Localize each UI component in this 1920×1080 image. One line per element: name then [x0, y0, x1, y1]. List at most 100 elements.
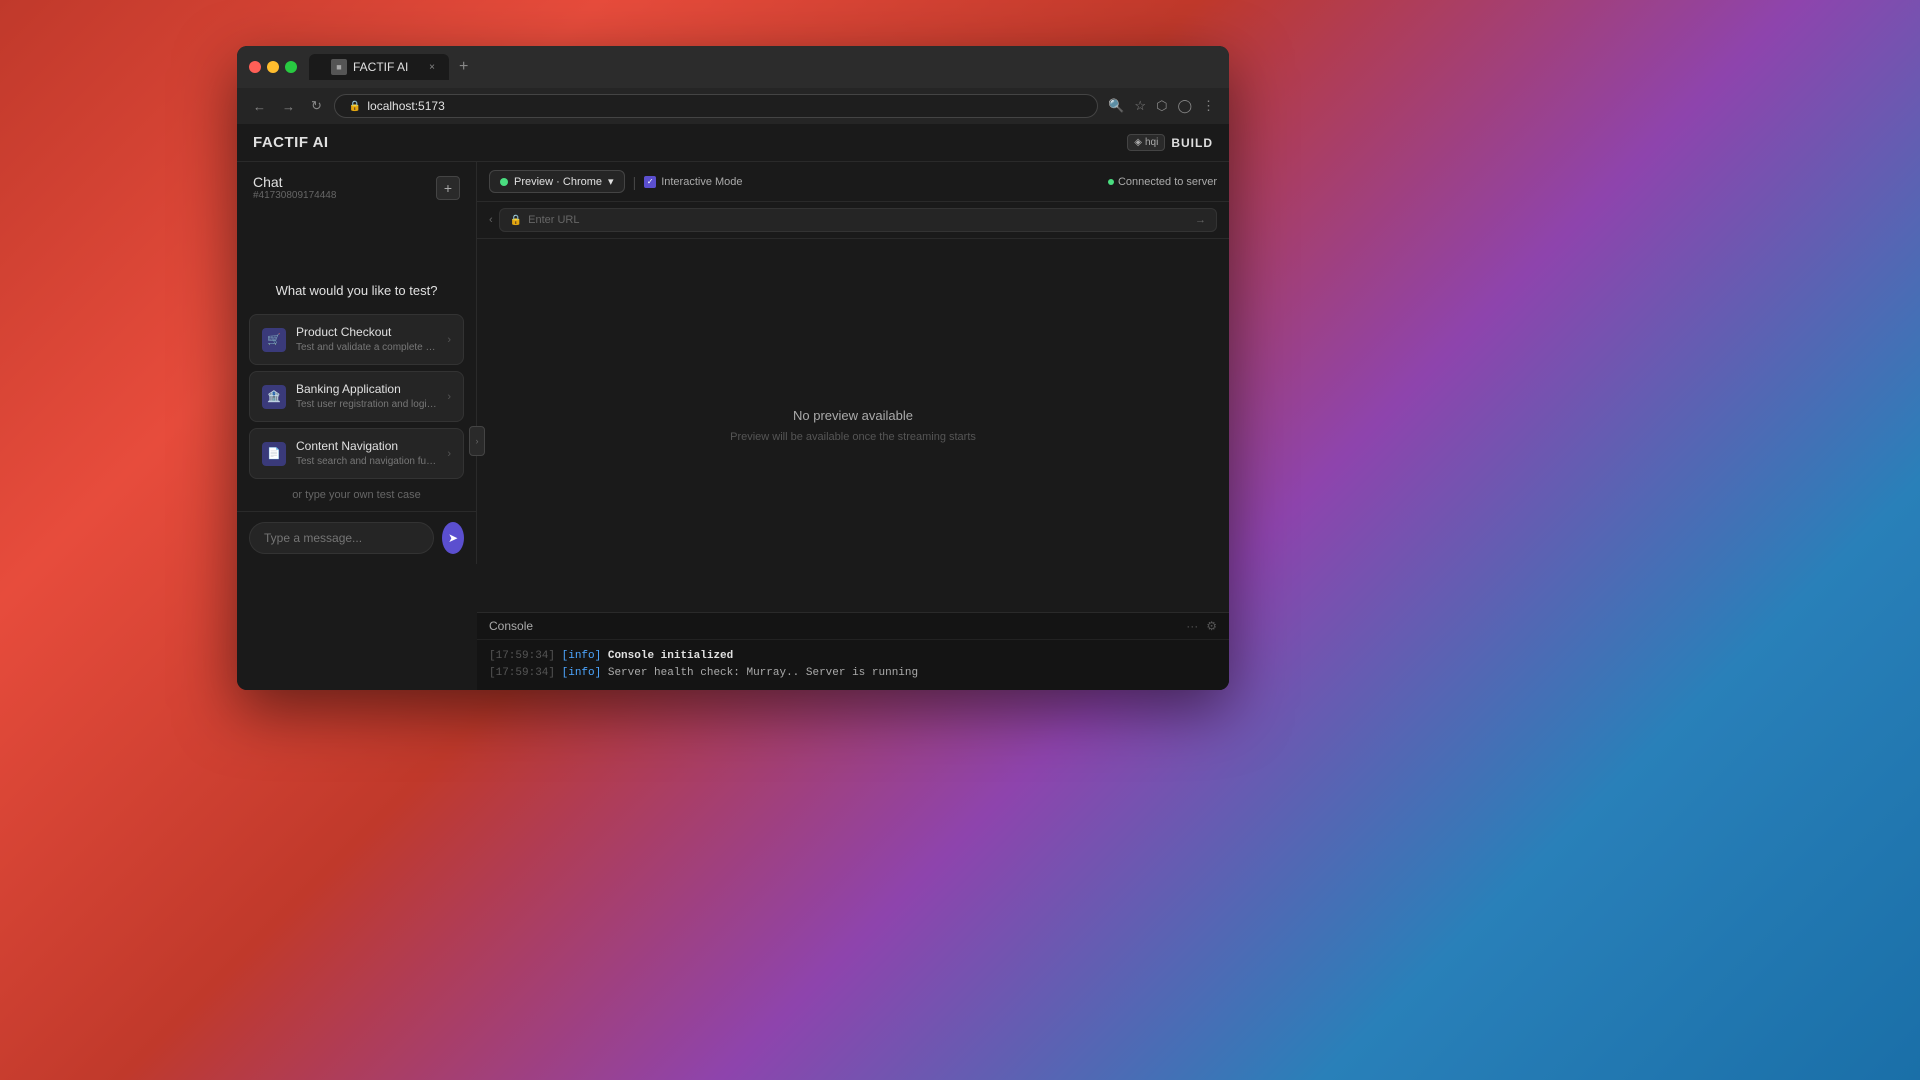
- interactive-mode-toggle[interactable]: ✓ Interactive Mode: [644, 176, 742, 188]
- right-panel: Preview · Chrome ▾ | ✓ Interactive Mode …: [477, 162, 1229, 690]
- test-cases-list: 🛒 Product Checkout Test and validate a c…: [237, 314, 476, 479]
- browser-window: ■ FACTIF AI × + ← → ↻ 🔒 localhost:5173 🔍…: [237, 46, 1229, 690]
- send-button[interactable]: ➤: [442, 522, 464, 554]
- tab-favicon: ■: [331, 59, 347, 75]
- console-body: [17:59:34] [info] Console initialized [1…: [477, 640, 1229, 690]
- product-checkout-desc: Test and validate a complete purchase fl…: [296, 341, 437, 354]
- test-card-content-3: Content Navigation Test search and navig…: [296, 439, 437, 468]
- extensions-icon[interactable]: ⬡: [1154, 96, 1169, 116]
- sidebar-wrapper: Chat #41730809174448 + What would you li…: [237, 162, 477, 690]
- sidebar: Chat #41730809174448 + What would you li…: [237, 162, 477, 564]
- banking-title: Banking Application: [296, 382, 437, 396]
- message-input-area: ➤: [237, 511, 476, 564]
- no-preview-title: No preview available: [793, 408, 913, 423]
- chat-title-group: Chat #41730809174448: [253, 174, 336, 201]
- console-more-icon[interactable]: ···: [1186, 619, 1198, 633]
- close-window-button[interactable]: [249, 61, 261, 73]
- traffic-lights: [249, 61, 297, 73]
- toolbar-separator: |: [633, 174, 637, 190]
- console-msg-1: Console initialized: [608, 650, 733, 662]
- or-type-label: or type your own test case: [237, 479, 476, 511]
- new-tab-button[interactable]: +: [453, 56, 474, 78]
- more-icon[interactable]: ⋮: [1200, 96, 1217, 116]
- url-go-button[interactable]: →: [1195, 214, 1206, 226]
- browser-tabs: ■ FACTIF AI × +: [309, 54, 474, 80]
- toolbar-left: Preview · Chrome ▾ | ✓ Interactive Mode: [489, 170, 743, 193]
- test-case-banking[interactable]: 🏦 Banking Application Test user registra…: [249, 371, 464, 422]
- console-title: Console: [489, 619, 533, 633]
- preview-label: Preview · Chrome: [514, 176, 602, 188]
- console-line-2: [17:59:34] [info] Server health check: M…: [489, 665, 1217, 682]
- sidebar-collapse-button[interactable]: ›: [469, 426, 485, 456]
- console-time-2: [17:59:34]: [489, 667, 555, 679]
- chat-label: Chat: [253, 174, 336, 190]
- console-level-1: [info]: [562, 650, 608, 662]
- app-build-badge: ◈ hqi BUILD: [1127, 134, 1213, 151]
- tab-close-button[interactable]: ×: [429, 62, 435, 73]
- search-icon[interactable]: 🔍: [1106, 96, 1126, 116]
- new-chat-button[interactable]: +: [436, 176, 460, 200]
- address-text: localhost:5173: [367, 99, 444, 113]
- minimize-window-button[interactable]: [267, 61, 279, 73]
- console-msg-2: Server health check: Murray.. Server is …: [608, 667, 918, 679]
- console-panel: Console ··· ⚙ [17:59:34] [info] Console …: [477, 612, 1229, 690]
- interactive-mode-label: Interactive Mode: [661, 176, 742, 188]
- maximize-window-button[interactable]: [285, 61, 297, 73]
- content-nav-arrow: ›: [447, 448, 451, 460]
- banking-icon: 🏦: [262, 385, 286, 409]
- refresh-button[interactable]: ↻: [307, 96, 326, 116]
- back-button[interactable]: ←: [249, 97, 270, 116]
- interactive-checkbox: ✓: [644, 176, 656, 188]
- address-lock-icon: 🔒: [349, 101, 361, 112]
- toolbar-right: Connected to server: [1108, 176, 1217, 188]
- connected-label: Connected to server: [1118, 176, 1217, 188]
- product-checkout-icon: 🛒: [262, 328, 286, 352]
- no-preview-subtitle: Preview will be available once the strea…: [730, 431, 976, 443]
- app-logo: FACTIF AI: [253, 134, 329, 151]
- test-case-product-checkout[interactable]: 🛒 Product Checkout Test and validate a c…: [249, 314, 464, 365]
- preview-active-dot: [500, 178, 508, 186]
- right-toolbar: Preview · Chrome ▾ | ✓ Interactive Mode …: [477, 162, 1229, 202]
- nav-icons-right: 🔍 ☆ ⬡ ◯ ⋮: [1106, 96, 1217, 116]
- connected-status-dot: [1108, 179, 1114, 185]
- product-checkout-arrow: ›: [447, 334, 451, 346]
- preview-dropdown[interactable]: Preview · Chrome ▾: [489, 170, 625, 193]
- test-prompt: What would you like to test?: [237, 267, 476, 314]
- url-input-container[interactable]: 🔒 Enter URL →: [499, 208, 1217, 232]
- console-line-1: [17:59:34] [info] Console initialized: [489, 648, 1217, 665]
- product-checkout-title: Product Checkout: [296, 325, 437, 339]
- console-icons: ··· ⚙: [1186, 619, 1217, 633]
- user-icon[interactable]: ◯: [1175, 96, 1194, 116]
- hqi-badge: ◈ hqi: [1127, 134, 1165, 151]
- banking-desc: Test user registration and login flow on…: [296, 398, 437, 411]
- banking-arrow: ›: [447, 391, 451, 403]
- content-nav-icon: 📄: [262, 442, 286, 466]
- browser-chrome: ■ FACTIF AI × +: [237, 46, 1229, 88]
- content-nav-desc: Test search and navigation functionality…: [296, 455, 437, 468]
- test-card-content-2: Banking Application Test user registrati…: [296, 382, 437, 411]
- console-time-1: [17:59:34]: [489, 650, 555, 662]
- sidebar-header: Chat #41730809174448 +: [237, 162, 476, 207]
- browser-nav: ← → ↻ 🔒 localhost:5173 🔍 ☆ ⬡ ◯ ⋮: [237, 88, 1229, 124]
- forward-button[interactable]: →: [278, 97, 299, 116]
- app-content: FACTIF AI ◈ hqi BUILD Chat #41730809: [237, 124, 1229, 690]
- preview-dropdown-icon: ▾: [608, 175, 614, 188]
- send-icon: ➤: [448, 531, 458, 545]
- app-main: Chat #41730809174448 + What would you li…: [237, 162, 1229, 690]
- browser-tab-active[interactable]: ■ FACTIF AI ×: [309, 54, 449, 80]
- console-header: Console ··· ⚙: [477, 613, 1229, 640]
- hqi-icon: ◈: [1134, 137, 1142, 148]
- url-bar: ‹ 🔒 Enter URL →: [477, 202, 1229, 239]
- tab-title: FACTIF AI: [353, 60, 408, 74]
- message-input[interactable]: [249, 522, 434, 554]
- console-settings-icon[interactable]: ⚙: [1206, 619, 1217, 633]
- url-placeholder: Enter URL: [528, 214, 579, 226]
- test-case-content-nav[interactable]: 📄 Content Navigation Test search and nav…: [249, 428, 464, 479]
- url-back-button[interactable]: ‹: [489, 214, 493, 226]
- bookmark-icon[interactable]: ☆: [1132, 96, 1148, 116]
- url-lock-icon: 🔒: [510, 215, 522, 226]
- browser-controls: ■ FACTIF AI × +: [249, 54, 1217, 80]
- chat-id: #41730809174448: [253, 190, 336, 201]
- address-bar[interactable]: 🔒 localhost:5173: [334, 94, 1098, 118]
- test-card-content-1: Product Checkout Test and validate a com…: [296, 325, 437, 354]
